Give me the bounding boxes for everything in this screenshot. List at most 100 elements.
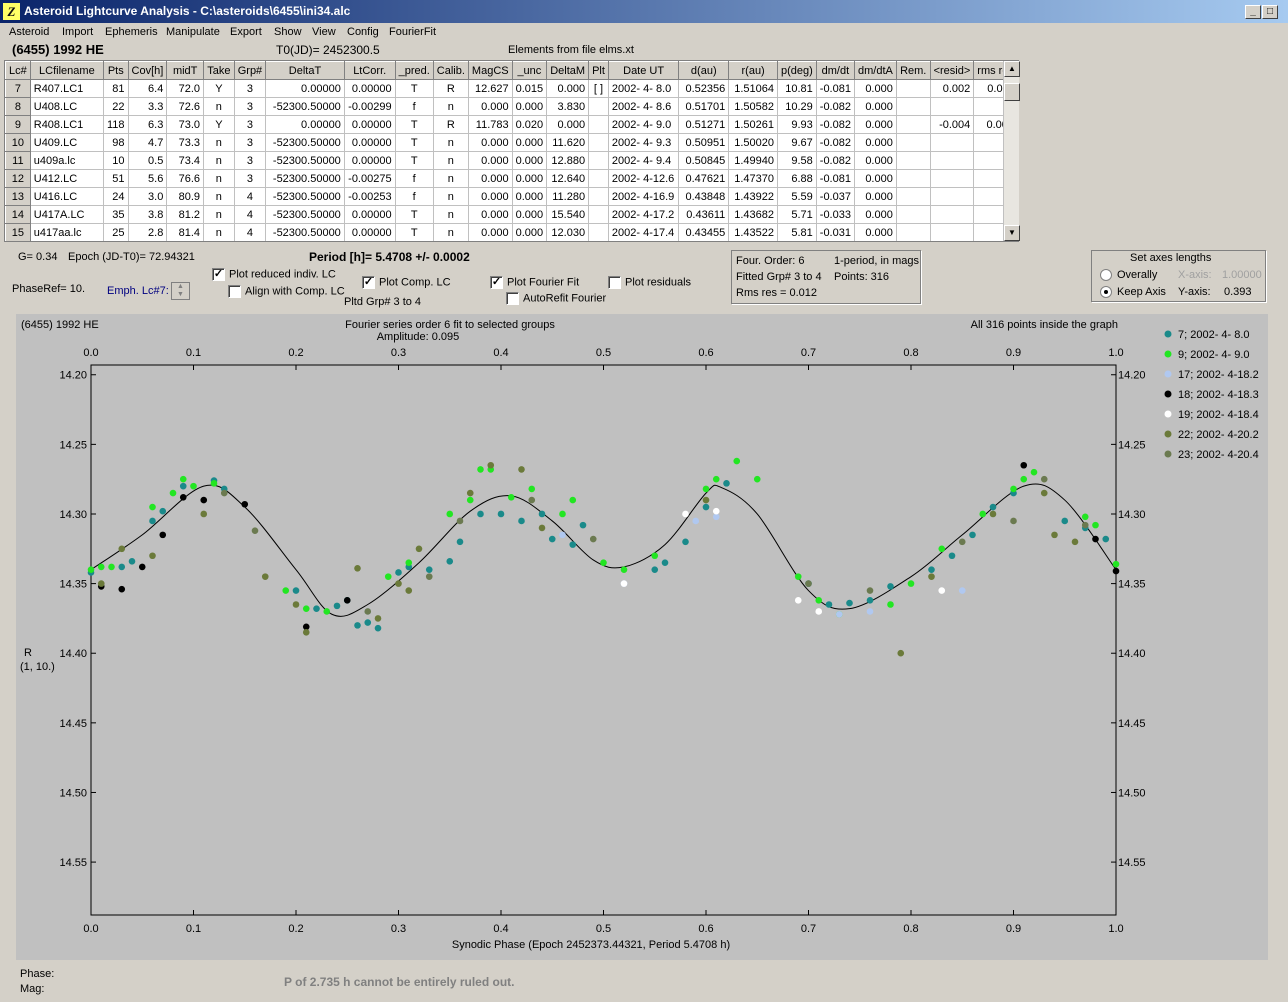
table-cell[interactable] bbox=[895, 223, 931, 241]
table-cell[interactable]: 6.4 bbox=[127, 79, 168, 98]
table-cell[interactable]: Y bbox=[203, 115, 235, 134]
column-header[interactable]: dm/dt bbox=[815, 61, 855, 80]
table-cell[interactable]: 2002- 4-17.2 bbox=[607, 205, 680, 224]
table-cell[interactable]: f bbox=[394, 187, 434, 206]
table-cell[interactable] bbox=[929, 151, 975, 170]
table-cell[interactable]: n bbox=[432, 97, 469, 116]
table-row[interactable]: 10 U409.LC 98 4.7 73.3 n 3 -52300.50000 0.00000 T… bbox=[5, 133, 1018, 152]
table-cell[interactable]: 0.50845 bbox=[678, 151, 730, 170]
table-cell[interactable]: 0.000 bbox=[467, 151, 513, 170]
table-cell[interactable]: 0.000 bbox=[853, 169, 897, 188]
column-header[interactable]: LtCorr. bbox=[343, 61, 396, 80]
table-cell[interactable]: 2002- 4- 9.4 bbox=[607, 151, 680, 170]
table-cell[interactable]: Y bbox=[203, 79, 235, 98]
table-cell[interactable]: n bbox=[203, 187, 235, 206]
table-cell[interactable]: 5.81 bbox=[776, 223, 817, 241]
table-cell[interactable]: 0.51701 bbox=[678, 97, 730, 116]
table-cell[interactable] bbox=[895, 133, 931, 152]
table-cell[interactable]: U408.LC bbox=[29, 97, 105, 116]
table-cell[interactable]: 4 bbox=[233, 205, 267, 224]
table-cell[interactable]: 1.47370 bbox=[728, 169, 778, 188]
column-header[interactable]: Plt bbox=[588, 61, 609, 80]
column-header[interactable]: Pts bbox=[103, 61, 129, 80]
table-cell[interactable]: 3.8 bbox=[127, 205, 168, 224]
table-cell[interactable]: n bbox=[203, 151, 235, 170]
table-cell[interactable]: n bbox=[432, 151, 469, 170]
table-cell[interactable]: 14 bbox=[5, 205, 31, 224]
table-cell[interactable]: 0.000 bbox=[853, 133, 897, 152]
table-cell[interactable]: 0.000 bbox=[467, 223, 513, 241]
table-cell[interactable]: 10 bbox=[5, 133, 31, 152]
table-cell[interactable]: 118 bbox=[103, 115, 129, 134]
table-cell[interactable]: T bbox=[394, 151, 434, 170]
menu-fourierfit[interactable]: FourierFit bbox=[389, 26, 436, 38]
table-cell[interactable]: 2002- 4-16.9 bbox=[607, 187, 680, 206]
table-cell[interactable]: n bbox=[432, 133, 469, 152]
table-cell[interactable]: 0.000 bbox=[853, 205, 897, 224]
table-cell[interactable]: 1.50582 bbox=[728, 97, 778, 116]
table-cell[interactable]: 35 bbox=[103, 205, 129, 224]
table-cell[interactable]: 0.000 bbox=[467, 187, 513, 206]
table-cell[interactable]: 2.8 bbox=[127, 223, 168, 241]
table-cell[interactable]: U416.LC bbox=[29, 187, 105, 206]
column-header[interactable]: Date UT bbox=[607, 61, 680, 80]
table-cell[interactable]: 0.015 bbox=[511, 79, 548, 98]
column-header[interactable]: <resid> bbox=[929, 61, 975, 80]
table-cell[interactable]: -0.082 bbox=[815, 97, 855, 116]
table-cell[interactable]: 0.00000 bbox=[343, 151, 396, 170]
table-cell[interactable] bbox=[588, 133, 609, 152]
table-cell[interactable]: u409a.lc bbox=[29, 151, 105, 170]
table-cell[interactable]: n bbox=[432, 187, 469, 206]
table-cell[interactable]: 0.000 bbox=[546, 79, 590, 98]
table-cell[interactable]: 2002- 4-12.6 bbox=[607, 169, 680, 188]
table-cell[interactable]: 0.50951 bbox=[678, 133, 730, 152]
table-cell[interactable]: T bbox=[394, 223, 434, 241]
table-cell[interactable]: 0.00000 bbox=[343, 205, 396, 224]
table-cell[interactable]: 3 bbox=[233, 151, 267, 170]
table-cell[interactable]: 2002- 4-17.4 bbox=[607, 223, 680, 241]
table-cell[interactable]: 0.000 bbox=[467, 133, 513, 152]
table-cell[interactable] bbox=[895, 115, 931, 134]
table-cell[interactable]: R408.LC1 bbox=[29, 115, 105, 134]
table-cell[interactable]: 12.880 bbox=[546, 151, 590, 170]
table-cell[interactable]: 10.81 bbox=[776, 79, 817, 98]
table-cell[interactable] bbox=[588, 151, 609, 170]
lightcurve-table[interactable]: Lc# LCfilename Pts Cov[h] midT Take Grp# DeltaT… bbox=[4, 60, 1019, 242]
column-header[interactable]: dm/dtA bbox=[853, 61, 897, 80]
table-cell[interactable]: 81.2 bbox=[166, 205, 205, 224]
table-cell[interactable]: 0.52356 bbox=[678, 79, 730, 98]
table-cell[interactable]: 0.00000 bbox=[343, 223, 396, 241]
table-cell[interactable]: 15.540 bbox=[546, 205, 590, 224]
table-cell[interactable]: 0.000 bbox=[511, 151, 548, 170]
table-cell[interactable]: 76.6 bbox=[166, 169, 205, 188]
table-cell[interactable]: 15 bbox=[5, 223, 31, 241]
table-cell[interactable]: 0.000 bbox=[511, 97, 548, 116]
table-cell[interactable]: 9.58 bbox=[776, 151, 817, 170]
table-row[interactable]: 13 U416.LC 24 3.0 80.9 n 4 -52300.50000 -0.00253… bbox=[5, 187, 1018, 206]
table-cell[interactable] bbox=[895, 97, 931, 116]
table-cell[interactable]: 0.000 bbox=[511, 133, 548, 152]
table-cell[interactable]: 12.030 bbox=[546, 223, 590, 241]
table-cell[interactable] bbox=[929, 133, 975, 152]
table-cell[interactable]: 1.49940 bbox=[728, 151, 778, 170]
table-cell[interactable]: 12 bbox=[5, 169, 31, 188]
menu-config[interactable]: Config bbox=[347, 26, 379, 38]
table-cell[interactable]: 72.0 bbox=[166, 79, 205, 98]
autorefit-checkbox[interactable]: AutoRefit Fourier bbox=[506, 292, 606, 305]
column-header[interactable]: d(au) bbox=[678, 61, 730, 80]
scroll-thumb[interactable] bbox=[1004, 83, 1020, 101]
table-cell[interactable]: -0.00253 bbox=[343, 187, 396, 206]
table-cell[interactable] bbox=[588, 97, 609, 116]
plot-reduced-checkbox[interactable]: ✓ Plot reduced indiv. LC bbox=[212, 268, 336, 281]
table-cell[interactable]: n bbox=[432, 169, 469, 188]
column-header[interactable]: Grp# bbox=[233, 61, 267, 80]
table-cell[interactable]: 0.000 bbox=[853, 115, 897, 134]
table-cell[interactable]: 2002- 4- 9.0 bbox=[607, 115, 680, 134]
table-cell[interactable]: 3 bbox=[233, 79, 267, 98]
table-cell[interactable] bbox=[929, 223, 975, 241]
table-cell[interactable]: 0.00000 bbox=[343, 115, 396, 134]
table-cell[interactable]: 10 bbox=[103, 151, 129, 170]
table-cell[interactable]: [ ] bbox=[588, 79, 609, 98]
table-cell[interactable]: -0.037 bbox=[815, 187, 855, 206]
table-cell[interactable]: 73.4 bbox=[166, 151, 205, 170]
